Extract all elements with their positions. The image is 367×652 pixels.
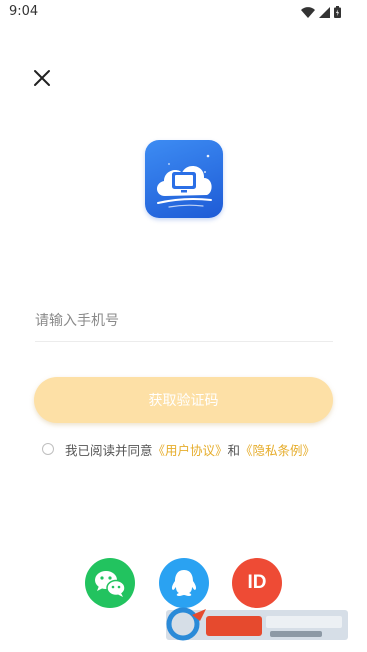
id-login-button[interactable]: ID	[232, 558, 282, 608]
wifi-icon	[301, 6, 315, 18]
id-login-icon: ID	[247, 572, 267, 593]
wechat-icon	[95, 571, 126, 597]
agreement-row: 我已阅读并同意 《用户协议》 和 《隐私条例》	[42, 440, 315, 458]
status-icons	[301, 6, 341, 18]
phone-input[interactable]	[35, 303, 333, 339]
phone-input-container	[35, 303, 333, 342]
get-code-label: 获取验证码	[148, 392, 219, 408]
close-icon	[34, 70, 50, 86]
status-bar: 9:04	[0, 0, 367, 24]
cloud-computer-icon	[156, 154, 212, 208]
agreement-prefix: 我已阅读并同意	[65, 442, 153, 458]
cellular-signal-icon	[319, 6, 330, 18]
status-time: 9:04	[9, 4, 39, 19]
app-logo	[145, 140, 223, 218]
agreement-conjunction: 和	[227, 442, 241, 458]
close-button[interactable]	[30, 66, 54, 90]
agreement-checkbox[interactable]	[42, 443, 54, 455]
battery-icon	[334, 6, 341, 18]
site-watermark-logo	[166, 607, 348, 641]
qq-login-button[interactable]	[159, 558, 209, 608]
privacy-policy-link[interactable]: 《隐私条例》	[240, 440, 315, 459]
user-agreement-link[interactable]: 《用户协议》	[153, 440, 228, 459]
wechat-login-button[interactable]	[85, 558, 135, 608]
get-code-button[interactable]: 获取验证码	[34, 377, 333, 423]
qq-icon	[171, 570, 197, 596]
